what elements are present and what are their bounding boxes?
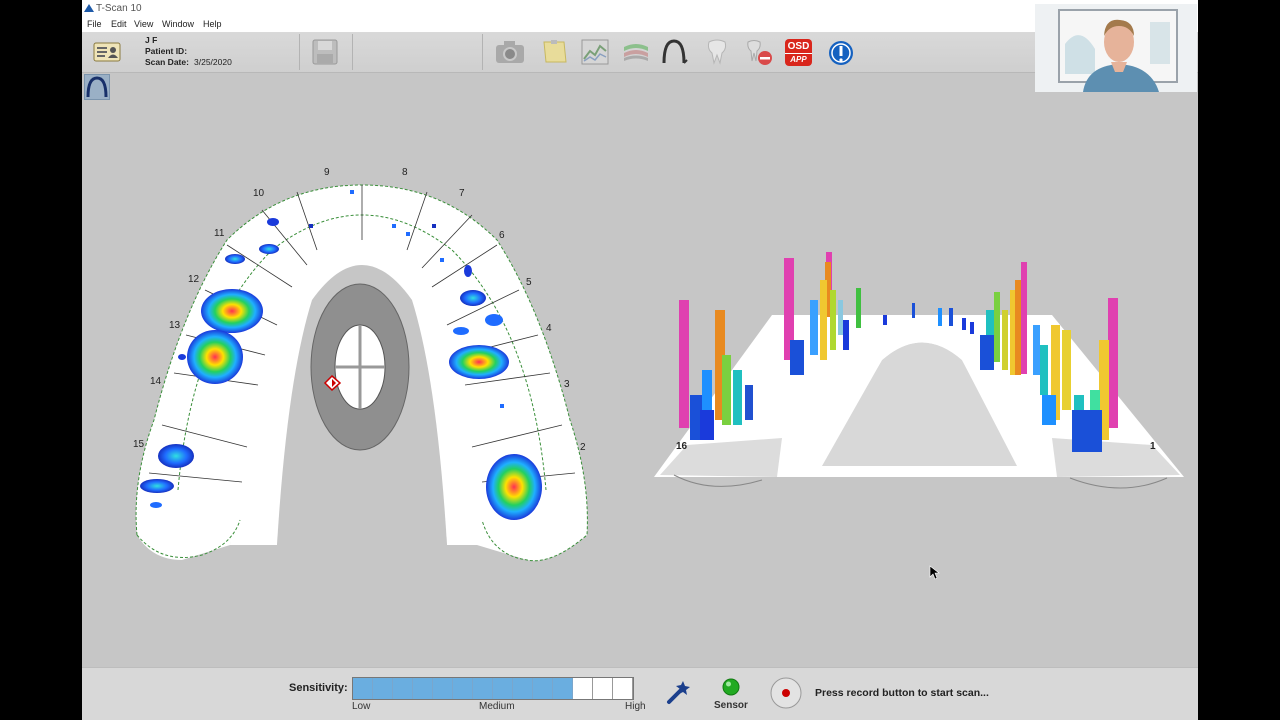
tooth-number-4: 4 <box>546 323 552 334</box>
sensitivity-slider[interactable] <box>352 677 634 700</box>
force-column <box>745 385 753 420</box>
sensitivity-segment[interactable] <box>353 678 373 699</box>
sensitivity-segment[interactable] <box>593 678 613 699</box>
sensitivity-segment[interactable] <box>513 678 533 699</box>
tooth-number-3: 3 <box>564 379 570 390</box>
force-column <box>1108 298 1118 428</box>
sensitivity-segment[interactable] <box>413 678 433 699</box>
force-column <box>1072 410 1102 452</box>
force-column <box>1015 280 1021 375</box>
sensitivity-segment[interactable] <box>393 678 413 699</box>
force-column <box>843 320 849 350</box>
force-column <box>970 322 974 334</box>
sensitivity-segment[interactable] <box>533 678 553 699</box>
sensitivity-segment[interactable] <box>453 678 473 699</box>
sensitivity-segment[interactable] <box>373 678 393 699</box>
tooth-number-14: 14 <box>150 376 162 387</box>
force-column <box>949 308 953 326</box>
scan-views: 2 3 4 5 6 7 8 9 10 11 12 13 14 15 16 1 <box>133 167 1184 580</box>
sensitivity-segment[interactable] <box>473 678 493 699</box>
webcam-overlay <box>1035 4 1197 92</box>
sensitivity-high-label: High <box>625 701 646 712</box>
sensitivity-low-label: Low <box>352 701 371 712</box>
sensor-label: Sensor <box>714 700 748 711</box>
sensitivity-segment[interactable] <box>493 678 513 699</box>
force-column <box>700 410 714 440</box>
force-column <box>1002 310 1008 370</box>
sensitivity-segment[interactable] <box>613 678 633 699</box>
tooth-number-8: 8 <box>402 167 408 178</box>
tooth-number-16-3d: 16 <box>676 441 688 452</box>
tooth-number-15: 15 <box>133 439 145 450</box>
force-column <box>1062 330 1071 410</box>
tooth-number-5: 5 <box>526 277 532 288</box>
force-column <box>838 300 843 335</box>
tooth-number-11: 11 <box>214 228 225 239</box>
force-column <box>1040 345 1048 395</box>
tscan-window: T-Scan 10 File Edit View Window Help J F… <box>82 0 1198 720</box>
sensor-status-icon <box>722 678 740 696</box>
force-column <box>810 300 818 355</box>
sensitivity-segment[interactable] <box>433 678 453 699</box>
force-column <box>1033 325 1040 375</box>
tooth-number-12: 12 <box>188 274 200 285</box>
sensitivity-segment[interactable] <box>573 678 593 699</box>
force-column <box>1042 395 1056 425</box>
sensitivity-segment[interactable] <box>553 678 573 699</box>
tooth-number-13: 13 <box>169 320 181 331</box>
arch-3d-view: 16 1 <box>654 252 1184 489</box>
force-column <box>733 370 742 425</box>
force-column <box>980 335 994 370</box>
sensitivity-label: Sensitivity: <box>289 682 348 694</box>
tooth-number-6: 6 <box>499 230 505 241</box>
sensitivity-medium-label: Medium <box>479 701 515 712</box>
force-column <box>938 308 942 326</box>
force-column <box>962 318 966 330</box>
force-column <box>856 288 861 328</box>
record-button[interactable] <box>770 677 802 709</box>
force-column <box>679 300 689 428</box>
tooth-number-2: 2 <box>580 442 586 453</box>
force-column <box>790 340 804 375</box>
tooth-number-7: 7 <box>459 188 465 199</box>
force-column <box>722 355 731 425</box>
tooth-number-1-3d: 1 <box>1150 441 1156 452</box>
arch-2d-view: 2 3 4 5 6 7 8 9 10 11 12 13 14 15 <box>133 167 588 562</box>
auto-sensitivity-wand-icon[interactable] <box>665 678 693 706</box>
tooth-number-10: 10 <box>253 188 265 199</box>
status-text: Press record button to start scan... <box>815 687 989 699</box>
force-column <box>912 303 915 318</box>
force-column <box>883 315 887 325</box>
presenter-video-icon <box>1035 4 1197 92</box>
force-column <box>830 290 836 350</box>
bottom-bar: Sensitivity: Low Medium High Sensor Pres… <box>82 667 1198 720</box>
force-column <box>1021 262 1027 374</box>
force-column <box>994 292 1000 362</box>
force-column <box>820 280 827 360</box>
mouse-pointer-icon <box>929 565 940 580</box>
tooth-number-9: 9 <box>324 167 330 178</box>
